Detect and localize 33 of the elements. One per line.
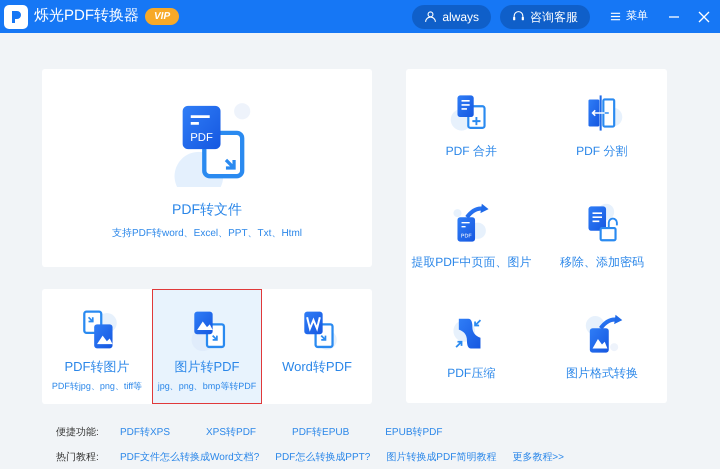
link[interactable]: 图片转换成PDF简明教程 — [386, 450, 496, 465]
tool-tile[interactable]: 图片转PDF jpg、png、bmp等转PDF — [152, 289, 262, 404]
row-label: 热门教程: — [56, 450, 100, 465]
link[interactable]: XPS转PDF — [206, 425, 256, 440]
document-arrow-drawing — [454, 204, 489, 242]
tool-tile[interactable]: PDF转图片 PDF转jpg、png、tiff等 — [42, 289, 152, 404]
pdf-to-file-card[interactable]: PDF PDF转文件 支持PDF转word、Excel、PPT、Txt、Html — [42, 69, 372, 267]
menu-button[interactable]: 菜单 — [602, 8, 656, 25]
row-label: 便捷功能: — [56, 426, 100, 440]
tool-button[interactable]: 移除、添加密码 — [536, 180, 667, 292]
user-button[interactable]: always — [412, 4, 491, 28]
link[interactable]: 更多教程>> — [512, 450, 564, 465]
tool-button[interactable]: PDF 分割 — [536, 69, 667, 180]
user-icon — [424, 10, 438, 23]
app-logo-icon — [4, 4, 28, 28]
icon-label: PDF — [190, 132, 213, 144]
menu-icon — [610, 11, 621, 22]
vip-badge: VIP — [145, 8, 180, 25]
card-title: PDF转文件 — [172, 200, 242, 219]
headset-icon — [512, 10, 525, 23]
app-title: 烁光PDF转换器 — [34, 6, 139, 26]
support-button[interactable]: 咨询客服 — [500, 4, 590, 28]
card-subtitle: 支持PDF转word、Excel、PPT、Txt、Html — [112, 226, 302, 241]
link[interactable]: PDF文件怎么转换成Word文档? — [120, 450, 260, 465]
tool-button[interactable]: PDF 合并 — [406, 69, 536, 180]
tool-button[interactable]: 图片格式转换 — [536, 292, 667, 403]
tool-button[interactable]: PDF压缩 — [406, 292, 536, 403]
tool-tile[interactable]: Word转PDF — [262, 289, 372, 404]
link[interactable]: PDF转XPS — [120, 425, 170, 440]
link[interactable]: PDF怎么转换成PPT? — [275, 450, 370, 465]
link[interactable]: PDF转EPUB — [292, 425, 350, 440]
close-icon[interactable] — [698, 10, 710, 22]
link[interactable]: EPUB转PDF — [385, 425, 442, 440]
